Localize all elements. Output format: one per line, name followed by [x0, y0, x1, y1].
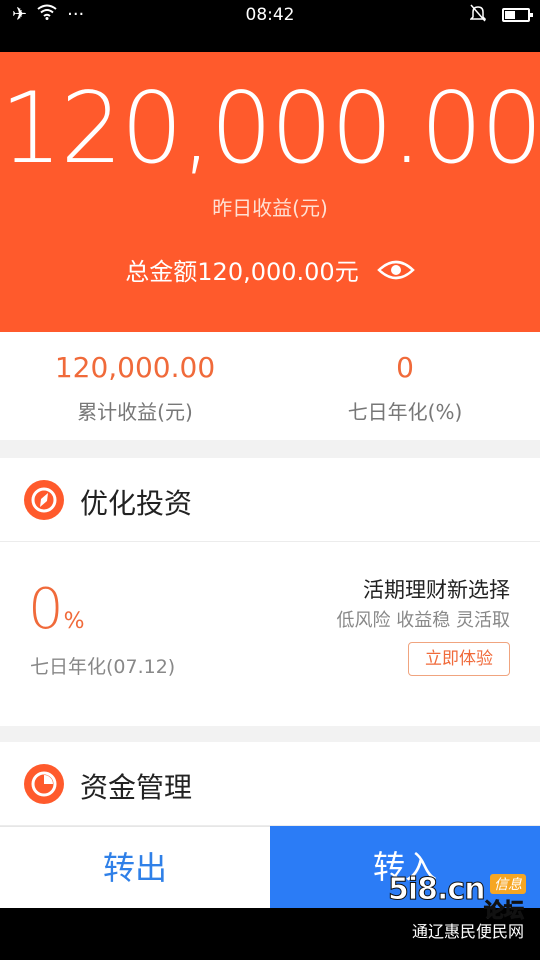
invest-product-card[interactable]: 0% 七日年化(07.12) 活期理财新选择 低风险 收益稳 灵活取 立即体验 [0, 542, 540, 726]
status-time: 08:42 [245, 5, 295, 25]
status-bar: ✈ ··· 08:42 [0, 0, 540, 52]
funds-section-title: 资金管理 [80, 771, 193, 804]
transfer-out-button[interactable]: 转出 [0, 826, 270, 908]
invest-section-header[interactable]: 优化投资 [0, 458, 540, 542]
pie-chart-icon [24, 764, 64, 804]
product-rate-value: 0 [28, 577, 64, 642]
promo-title: 活期理财新选择 [363, 578, 510, 602]
watermark-domain: 5i8.cn [388, 872, 487, 908]
seven-day-yield-value: 0 [396, 351, 414, 384]
bell-mute-icon [469, 4, 487, 26]
product-rate-label: 七日年化(07.12) [30, 656, 176, 678]
watermark-word: 论坛 [484, 898, 525, 923]
watermark-logo: 5i8.cn 信息 通辽惠民便民网 论坛 [388, 872, 526, 942]
try-now-button[interactable]: 立即体验 [408, 642, 510, 676]
total-amount: 总金额120,000.00元 [125, 258, 359, 286]
cumulative-earnings-label: 累计收益(元) [77, 400, 193, 424]
earnings-header: 120,000.00 昨日收益(元) 总金额120,000.00元 [0, 52, 540, 332]
total-amount-row: 总金额120,000.00元 [0, 252, 540, 287]
yesterday-earnings-label: 昨日收益(元) [212, 196, 328, 220]
watermark-badge: 信息 [490, 874, 526, 894]
seven-day-yield-label: 七日年化(%) [347, 400, 463, 424]
cumulative-earnings-value: 120,000.00 [54, 351, 216, 384]
product-rate-unit: % [63, 609, 85, 634]
promo-subtitle: 低风险 收益稳 灵活取 [336, 610, 510, 631]
status-right [469, 4, 533, 26]
eye-icon[interactable] [376, 258, 415, 282]
seven-day-yield: 0 七日年化(%) [270, 350, 540, 425]
funds-section-header[interactable]: 资金管理 [0, 742, 540, 826]
earnings-stats: 120,000.00 累计收益(元) 0 七日年化(%) [0, 332, 540, 440]
product-rate: 0% [28, 580, 85, 640]
yesterday-earnings-value: 120,000.00 [0, 72, 540, 186]
battery-icon [502, 8, 533, 22]
cumulative-earnings: 120,000.00 累计收益(元) [0, 350, 270, 425]
compass-icon [24, 480, 64, 520]
invest-section-title: 优化投资 [80, 487, 193, 520]
